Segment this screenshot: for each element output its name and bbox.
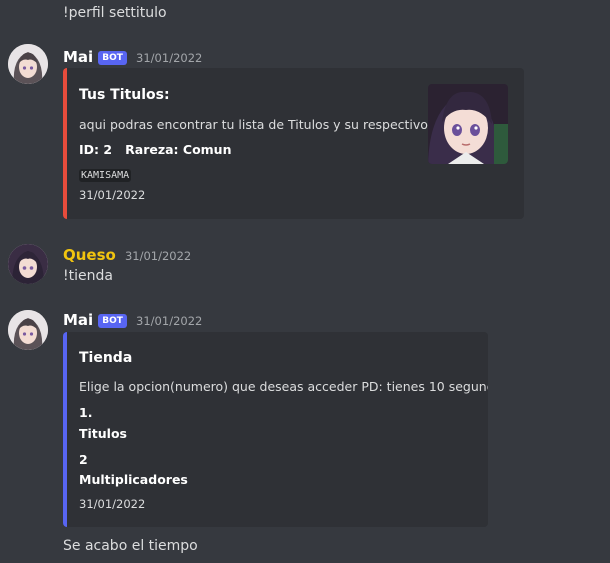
embed-description: aqui podras encontrar tu lista de Titulo… bbox=[79, 117, 444, 132]
mai-avatar[interactable] bbox=[8, 44, 48, 84]
inline-code: KAMISAMA bbox=[79, 169, 132, 182]
message-text: !tienda bbox=[63, 268, 113, 284]
embed-accent-bar bbox=[63, 68, 67, 219]
timestamp: 31/01/2022 bbox=[136, 314, 203, 328]
avatar-illustration-icon bbox=[8, 310, 48, 350]
embed-field-value: Multiplicadores bbox=[79, 472, 188, 487]
embed-field-name: 1. bbox=[79, 405, 93, 420]
embed-footer: 31/01/2022 bbox=[79, 497, 146, 511]
bot-tag: BOT bbox=[98, 50, 127, 65]
embed-accent-bar bbox=[63, 332, 67, 527]
anime-thumbnail-icon bbox=[428, 84, 508, 164]
embed-field-line: ID: 2 Rareza: Comun bbox=[79, 142, 232, 157]
embed-description: Elige la opcion(numero) que deseas acced… bbox=[79, 379, 488, 394]
avatar-illustration-icon bbox=[8, 244, 48, 284]
author-name[interactable]: Mai bbox=[63, 48, 93, 66]
embed-field-name: 2 bbox=[79, 452, 88, 467]
avatar-illustration-icon bbox=[8, 44, 48, 84]
embed-footer: 31/01/2022 bbox=[79, 188, 146, 202]
author-name[interactable]: Queso bbox=[63, 246, 116, 264]
embed-title: Tus Titulos: bbox=[79, 87, 170, 103]
embed-field-value: Titulos bbox=[79, 426, 127, 441]
timestamp: 31/01/2022 bbox=[124, 249, 192, 263]
message-text: Se acabo el tiempo bbox=[63, 538, 198, 554]
embed-titulos: Tus Titulos: aqui podras encontrar tu li… bbox=[63, 68, 524, 219]
message-text: !perfil settitulo bbox=[63, 5, 167, 21]
bot-tag: BOT bbox=[98, 313, 127, 328]
author-name[interactable]: Mai bbox=[63, 311, 93, 329]
embed-tienda: Tienda Elige la opcion(numero) que desea… bbox=[63, 332, 488, 527]
timestamp: 31/01/2022 bbox=[136, 51, 203, 65]
embed-thumbnail[interactable] bbox=[428, 84, 508, 164]
queso-avatar[interactable] bbox=[8, 244, 48, 284]
mai-avatar[interactable] bbox=[8, 310, 48, 350]
embed-title: Tienda bbox=[79, 350, 133, 366]
